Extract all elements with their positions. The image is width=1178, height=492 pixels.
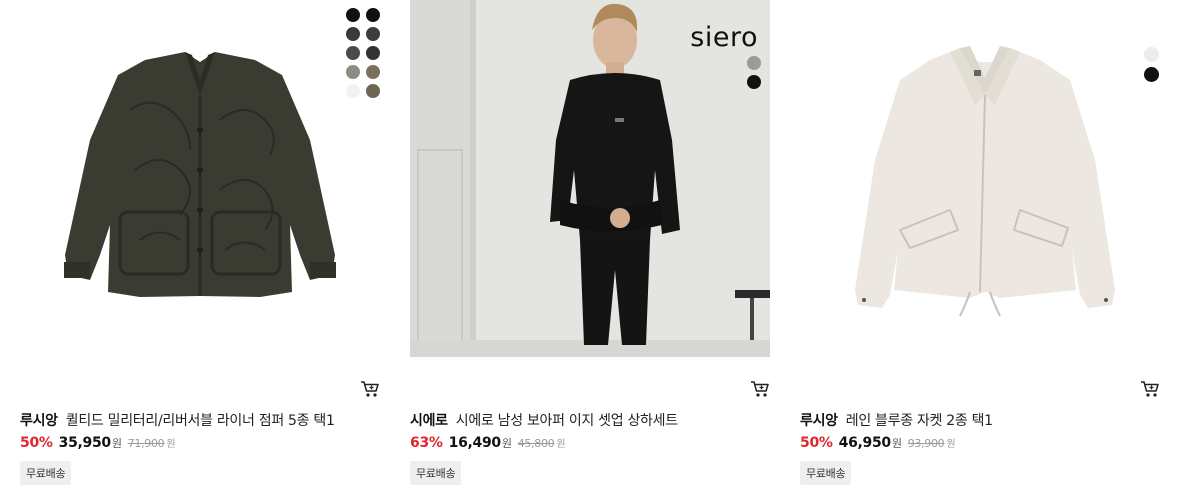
- color-swatch[interactable]: [366, 65, 380, 79]
- color-swatch[interactable]: [366, 27, 380, 41]
- price-unit: 원: [501, 437, 512, 450]
- olive-quilted-jacket-image: [20, 0, 380, 357]
- color-swatches: [747, 56, 761, 89]
- brand-name[interactable]: 시에로: [410, 413, 448, 429]
- price-row: 50% 35,950원 71,900 원: [20, 435, 176, 451]
- discount-rate: 50%: [20, 435, 53, 451]
- price-row: 63% 16,490원 45,800 원: [410, 435, 566, 451]
- sale-price: 46,950: [838, 435, 892, 451]
- add-to-cart-button[interactable]: [360, 380, 380, 398]
- add-to-cart-button[interactable]: [750, 380, 770, 398]
- product-name[interactable]: 퀼티드 밀리터리/리버서블 라이너 점퍼 5종 택1: [66, 413, 335, 429]
- original-price: 71,900: [127, 437, 165, 450]
- product-card[interactable]: 루시앙 퀼티드 밀리터리/리버서블 라이너 점퍼 5종 택1 50% 35,950원…: [20, 0, 380, 492]
- color-swatch[interactable]: [366, 84, 380, 98]
- free-shipping-badge: 무료배송: [410, 461, 462, 485]
- color-swatch[interactable]: [1144, 67, 1159, 82]
- color-swatch[interactable]: [346, 65, 360, 79]
- cart-icon: [1141, 381, 1159, 397]
- color-swatch[interactable]: [366, 8, 380, 22]
- original-price-unit: 원: [556, 439, 566, 450]
- original-price: 45,800: [517, 437, 555, 450]
- color-swatch[interactable]: [366, 46, 380, 60]
- color-swatch[interactable]: [747, 75, 761, 89]
- color-swatch[interactable]: [747, 56, 761, 70]
- color-swatch[interactable]: [346, 84, 360, 98]
- color-swatch[interactable]: [346, 8, 360, 22]
- color-swatch[interactable]: [1144, 47, 1159, 62]
- siero-logo: siero: [690, 22, 758, 53]
- product-name[interactable]: 시에로 남성 보아퍼 이지 셋업 상하세트: [456, 413, 678, 429]
- sale-price: 35,950: [58, 435, 112, 451]
- color-swatch[interactable]: [346, 46, 360, 60]
- price-unit: 원: [111, 437, 122, 450]
- product-card[interactable]: siero 시에로 시에로 남성 보아퍼 이지 셋업 상하세트 63% 16,490…: [410, 0, 770, 492]
- product-image[interactable]: [800, 0, 1160, 357]
- product-name[interactable]: 레인 블루종 자켓 2종 택1: [846, 413, 993, 429]
- brand-name[interactable]: 루시앙: [800, 413, 838, 429]
- product-title[interactable]: 루시앙 퀼티드 밀리터리/리버서블 라이너 점퍼 5종 택1: [20, 410, 335, 430]
- product-title[interactable]: 시에로 시에로 남성 보아퍼 이지 셋업 상하세트: [410, 410, 678, 430]
- product-image[interactable]: siero: [410, 0, 770, 357]
- discount-rate: 50%: [800, 435, 833, 451]
- discount-rate: 63%: [410, 435, 443, 451]
- color-swatches: [1144, 47, 1159, 82]
- product-title[interactable]: 루시앙 레인 블루종 자켓 2종 택1: [800, 410, 993, 430]
- add-to-cart-button[interactable]: [1140, 380, 1160, 398]
- price-row: 50% 46,950원 93,900 원: [800, 435, 956, 451]
- color-swatches: [346, 8, 380, 98]
- original-price-unit: 원: [946, 439, 956, 450]
- original-price: 93,900: [907, 437, 945, 450]
- brand-name[interactable]: 루시앙: [20, 413, 58, 429]
- sale-price: 16,490: [448, 435, 502, 451]
- product-card[interactable]: 루시앙 레인 블루종 자켓 2종 택1 50% 46,950원 93,900 원 무료배…: [800, 0, 1160, 492]
- price-unit: 원: [891, 437, 902, 450]
- product-image[interactable]: [20, 0, 380, 357]
- original-price-unit: 원: [166, 439, 176, 450]
- free-shipping-badge: 무료배송: [20, 461, 72, 485]
- ivory-blouson-jacket-image: [800, 0, 1160, 357]
- free-shipping-badge: 무료배송: [800, 461, 852, 485]
- cart-icon: [361, 381, 379, 397]
- model-black-setup-image: [410, 0, 770, 357]
- cart-icon: [751, 381, 769, 397]
- color-swatch[interactable]: [346, 27, 360, 41]
